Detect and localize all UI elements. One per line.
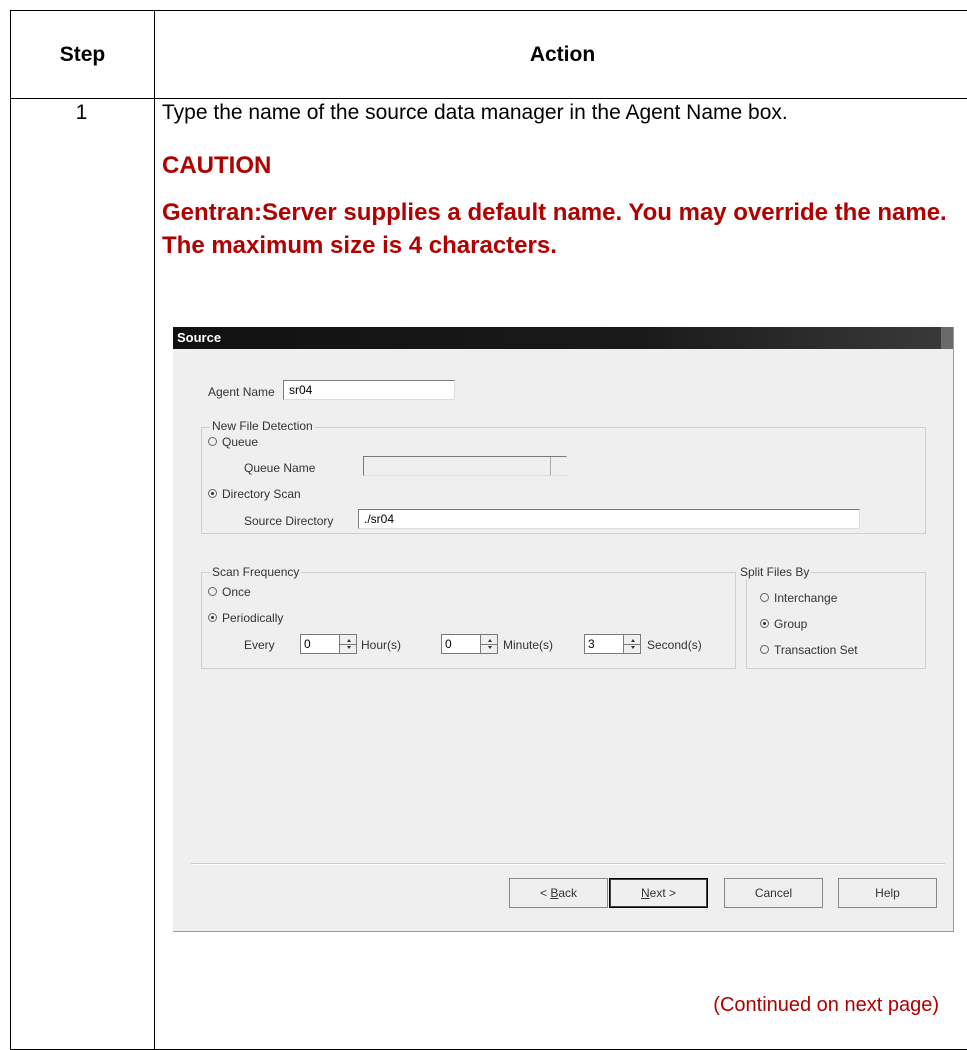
once-radio[interactable]: Once — [208, 585, 251, 599]
radio-selected-icon — [760, 619, 769, 628]
caution-text: Gentran:Server supplies a default name. … — [162, 199, 947, 259]
next-button[interactable]: Next > — [609, 878, 708, 908]
queue-radio-label: Queue — [222, 435, 259, 449]
caution-heading: CAUTION — [162, 152, 272, 179]
minutes-spinbox[interactable]: 0 — [441, 634, 481, 654]
back-button-label: ack — [558, 886, 578, 900]
minutes-label: Minute(s) — [503, 638, 554, 652]
periodically-radio[interactable]: Periodically — [208, 611, 283, 625]
next-button-label: ext > — [649, 886, 677, 900]
titlebar-edge — [941, 327, 953, 349]
back-button-prefix: < — [539, 886, 551, 900]
continued-note: (Continued on next page) — [713, 994, 939, 1016]
periodically-radio-label: Periodically — [222, 611, 284, 625]
radio-icon — [760, 645, 769, 654]
footer-separator — [191, 863, 945, 865]
group-radio-label: Group — [774, 617, 808, 631]
help-button[interactable]: Help — [838, 878, 937, 908]
agent-name-input[interactable]: sr04 — [283, 380, 455, 400]
seconds-spin-arrows-icon[interactable] — [623, 634, 641, 654]
agent-name-label: Agent Name — [208, 385, 275, 399]
step-number: 1 — [75, 101, 88, 124]
queue-name-label: Queue Name — [244, 461, 316, 475]
transaction-set-radio-label: Transaction Set — [774, 643, 858, 657]
source-directory-input[interactable]: ./sr04 — [358, 509, 860, 529]
cancel-button[interactable]: Cancel — [724, 878, 823, 908]
every-label: Every — [244, 638, 275, 652]
action-column-header: Action — [529, 42, 596, 66]
header-divider — [11, 98, 967, 99]
back-button[interactable]: < Back — [509, 878, 608, 908]
hours-label: Hour(s) — [361, 638, 402, 652]
radio-selected-icon — [208, 489, 217, 498]
radio-selected-icon — [208, 613, 217, 622]
hours-spin-arrows-icon[interactable] — [339, 634, 357, 654]
directory-scan-radio-label: Directory Scan — [222, 487, 301, 501]
source-dialog: Source Agent Name sr04 New File Detectio… — [173, 327, 954, 932]
scan-frequency-title: Scan Frequency — [210, 565, 302, 579]
directory-scan-radio[interactable]: Directory Scan — [208, 487, 301, 501]
radio-icon — [208, 587, 217, 596]
interchange-radio[interactable]: Interchange — [760, 591, 837, 605]
once-radio-label: Once — [222, 585, 251, 599]
radio-icon — [208, 437, 217, 446]
new-file-detection-title: New File Detection — [210, 419, 315, 433]
column-divider — [154, 11, 155, 1049]
queue-name-input[interactable] — [363, 456, 567, 476]
dialog-title: Source — [177, 330, 222, 345]
queue-radio[interactable]: Queue — [208, 435, 258, 449]
group-radio[interactable]: Group — [760, 617, 807, 631]
step-column-header: Step — [59, 42, 106, 66]
queue-dropdown-button[interactable] — [550, 457, 567, 475]
interchange-radio-label: Interchange — [774, 591, 838, 605]
minutes-spin-arrows-icon[interactable] — [480, 634, 498, 654]
radio-icon — [760, 593, 769, 602]
hours-spinbox[interactable]: 0 — [300, 634, 340, 654]
split-files-title: Split Files By — [738, 565, 812, 579]
seconds-spinbox[interactable]: 3 — [584, 634, 624, 654]
action-instruction: Type the name of the source data manager… — [162, 101, 788, 124]
dialog-titlebar: Source — [173, 327, 953, 349]
transaction-set-radio[interactable]: Transaction Set — [760, 643, 858, 657]
next-button-mnemonic: N — [640, 886, 650, 900]
seconds-label: Second(s) — [647, 638, 702, 652]
source-directory-label: Source Directory — [244, 514, 334, 528]
